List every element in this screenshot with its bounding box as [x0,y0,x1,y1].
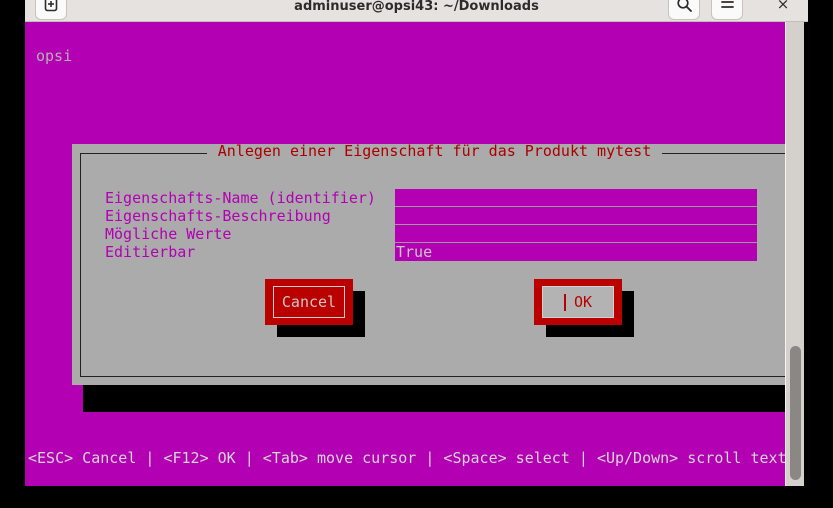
search-button[interactable] [668,0,700,20]
dialog-inner-border [80,153,785,377]
screen: adminuser@opsi43: ~/Downloads × opsi Anl… [0,0,833,508]
label-property-description: Eigenschafts-Beschreibung [105,207,331,225]
input-property-name[interactable] [395,189,757,207]
form-row-identifier: Eigenschafts-Name (identifier) [105,189,775,207]
main-menu-button[interactable] [711,0,743,20]
terminal-header-text: opsi [36,47,73,65]
form-row-description: Eigenschafts-Beschreibung [105,207,775,225]
label-possible-values: Mögliche Werte [105,225,232,243]
cancel-button-label: Cancel [273,286,345,318]
label-editable: Editierbar [105,243,196,261]
text-cursor [563,293,573,311]
ok-button-face: OK [542,286,614,318]
form-row-editable: Editierbar True [105,243,775,261]
terminal-scrollbar[interactable] [785,22,804,486]
ok-button-label: OK [573,292,593,311]
dialog-title: Anlegen einer Eigenschaft für das Produk… [217,142,652,160]
window-headerbar: adminuser@opsi43: ~/Downloads × [25,0,808,22]
input-editable[interactable]: True [395,243,757,261]
terminal-screen[interactable]: opsi Anlegen einer Eigenschaft für das P… [25,22,785,486]
scrollbar-thumb[interactable] [790,346,801,480]
label-property-name: Eigenschafts-Name (identifier) [105,189,376,207]
input-possible-values[interactable] [395,225,757,243]
search-icon [676,0,692,12]
property-form: Eigenschafts-Name (identifier) Eigenscha… [105,189,775,261]
form-row-possible-values: Mögliche Werte [105,225,775,243]
cancel-button[interactable]: Cancel [265,279,353,325]
key-hints-status-bar: <ESC> Cancel | <F12> OK | <Tab> move cur… [25,448,785,469]
create-property-dialog: Anlegen einer Eigenschaft für das Produk… [72,142,785,385]
close-window-button[interactable]: × [770,0,796,20]
hamburger-menu-icon [720,0,734,8]
ok-button[interactable]: OK [534,279,622,325]
input-property-description[interactable] [395,207,757,225]
